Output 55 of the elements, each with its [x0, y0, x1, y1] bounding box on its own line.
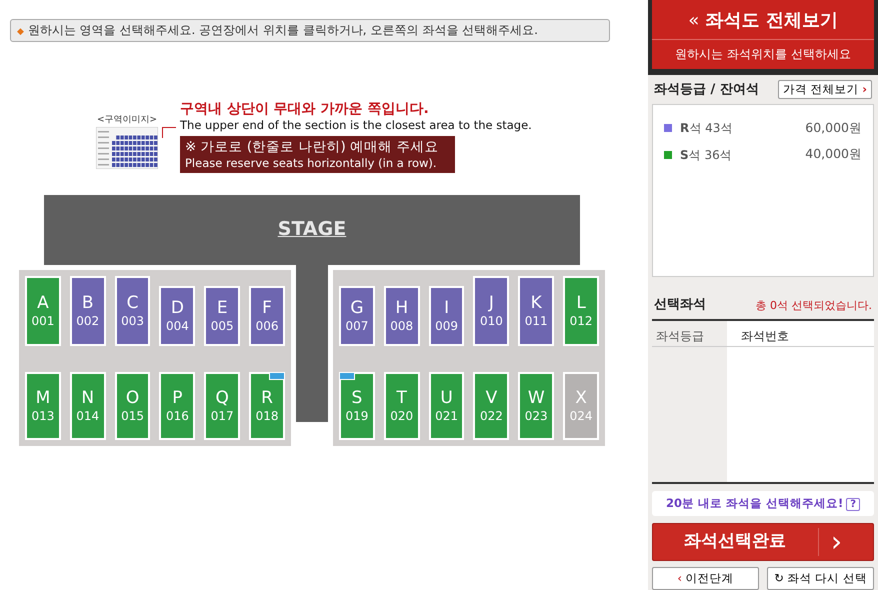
seat-section[interactable]: J 010	[473, 276, 510, 346]
seat-section[interactable]: O 015	[114, 372, 150, 440]
seat-section[interactable]: L 012	[563, 276, 599, 346]
warning-text: Please reserve seats horizontally (in a row).	[185, 156, 438, 170]
seat-section[interactable]: P 016	[159, 372, 196, 440]
timer-text: 20분 내로 좌석을 선택해주세요!	[666, 496, 844, 510]
seat-section[interactable]: N 014	[70, 372, 106, 440]
seat-section[interactable]: R 018	[249, 372, 285, 440]
column-header: 좌석번호	[727, 320, 874, 347]
price-view-button[interactable]: 가격 전체보기 ›	[778, 80, 872, 100]
section-diagram	[96, 127, 158, 169]
seat-section[interactable]: H 008	[384, 286, 420, 346]
chevron-icon: ›	[862, 82, 867, 96]
complete-selection-button[interactable]: 좌석선택완료 ›	[652, 523, 874, 561]
grade-price: 60,000원	[805, 118, 862, 136]
diamond-icon: ◆	[17, 27, 24, 37]
section-heading: 좌석등급 / 잔여석	[654, 81, 759, 99]
seat-section[interactable]: A 001	[25, 276, 61, 346]
chevron-left-icon: ‹	[677, 570, 682, 585]
leader-line	[162, 126, 176, 138]
stage-label: STAGE	[278, 217, 346, 242]
seat-section[interactable]: E 005	[204, 286, 240, 346]
header-title[interactable]: 좌석도 전체보기	[706, 10, 838, 31]
seat-section[interactable]: M 013	[25, 372, 61, 440]
selection-count: 총 0석 선택되었습니다.	[756, 298, 872, 314]
notice-text: 원하시는 영역을 선택해주세요. 공연장에서 위치를 클릭하거나, 오른쪽의 좌석을 선택해주세요.	[28, 23, 538, 37]
column-header: 좌석등급	[652, 320, 727, 347]
seat-section[interactable]: B 002	[70, 276, 106, 346]
seat-section[interactable]: T 020	[384, 372, 420, 440]
warning-text: ※ 가로로 (한줄로 나란히) 예매해 주세요	[185, 138, 440, 156]
seat-section[interactable]: I 009	[428, 286, 464, 346]
reset-selection-button[interactable]: ↻ 좌석 다시 선택	[767, 567, 874, 590]
seat-section[interactable]: D 004	[159, 286, 196, 346]
refresh-icon: ↻	[774, 570, 784, 585]
seat-section[interactable]: C 003	[114, 276, 150, 346]
seat-section[interactable]: F 006	[249, 286, 285, 346]
seat-section[interactable]: U 021	[428, 372, 464, 440]
double-chevron-icon: «	[688, 10, 700, 31]
header-subtitle: 원하시는 좌석위치를 선택하세요	[652, 39, 874, 69]
seat-section[interactable]: K 011	[518, 276, 554, 346]
previous-step-button[interactable]: ‹ 이전단계	[652, 567, 759, 590]
seat-section[interactable]: V 022	[473, 372, 510, 440]
grade-name: S석 36석	[680, 146, 732, 164]
grade-price: 40,000원	[805, 145, 862, 164]
seat-section[interactable]: Q 017	[204, 372, 240, 440]
help-button[interactable]: ?	[846, 498, 860, 511]
seat-section[interactable]: G 007	[339, 286, 375, 346]
image-label: <구역이미지>	[96, 114, 158, 126]
header-banner[interactable]: « 좌석도 전체보기 원하시는 좌석위치를 선택하세요	[652, 0, 874, 69]
guide-text: The upper end of the section is the closest area to the stage.	[180, 118, 532, 132]
seat-section[interactable]: W 023	[518, 372, 554, 440]
section-heading: 선택좌석	[654, 296, 706, 314]
seat-section[interactable]: S 019	[339, 372, 375, 440]
grade-name: R석 43석	[680, 120, 732, 137]
guide-title: 구역내 상단이 무대와 가까운 쪽입니다.	[180, 100, 430, 118]
